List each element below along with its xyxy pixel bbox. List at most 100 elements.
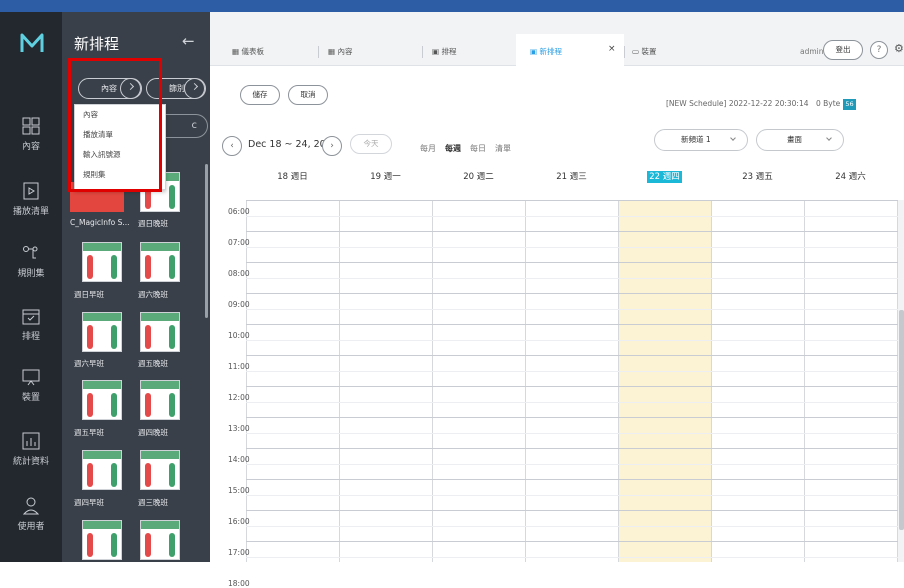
playlist-icon [23, 182, 39, 200]
top-strip [0, 0, 904, 12]
grid-hour-line [246, 355, 898, 356]
next-week-button[interactable]: › [322, 136, 342, 156]
grid-half-hour-line [246, 556, 898, 558]
content-thumbnail[interactable] [82, 242, 122, 282]
content-label: 週四早班 [74, 498, 104, 507]
grid-half-hour-line [246, 432, 898, 434]
grid-scrollbar[interactable] [898, 200, 904, 562]
grid-column-line [339, 200, 340, 562]
tab-bar: ▦ 儀表板 ▦ 內容 ▣ 排程 ▣ 新排程 × ▭ 裝置 admin 登出 ? … [210, 12, 904, 66]
rail-label: 使用者 [17, 522, 45, 532]
screen-value: 畫面 [787, 135, 802, 144]
grid-half-hour-line [246, 401, 898, 403]
content-thumbnail[interactable] [82, 450, 122, 490]
day-header: 19 週一 [370, 172, 401, 182]
content-label: C_MagicInfo S... [70, 218, 130, 227]
grid-column-line [432, 200, 433, 562]
grid-hour-line [246, 231, 898, 232]
content-thumbnail[interactable] [140, 312, 180, 352]
day-header: 24 週六 [835, 172, 866, 182]
close-tab-icon[interactable]: × [608, 44, 616, 54]
rail-item-device[interactable]: 裝置 [0, 368, 62, 403]
grid-hour-line [246, 479, 898, 480]
time-label: 09:00 [228, 300, 250, 309]
prev-week-button[interactable]: ‹ [222, 136, 242, 156]
grid-hour-line [246, 293, 898, 294]
rail-item-playlist[interactable]: 播放清單 [0, 182, 62, 217]
help-icon[interactable]: ? [870, 41, 888, 59]
day-header: 23 週五 [742, 172, 773, 182]
grid-half-hour-line [246, 463, 898, 465]
schedule-name: [NEW Schedule] 2022-12-22 20:30:14 [666, 99, 809, 108]
tab-new-schedule[interactable]: ▣ 新排程 [530, 46, 562, 57]
grid-column-line [246, 200, 247, 562]
rail-label: 統計資料 [12, 457, 49, 467]
grid-hour-line [246, 417, 898, 418]
chevron-down-icon [826, 135, 832, 141]
panel-title: 新排程 [74, 35, 120, 53]
save-button[interactable]: 儲存 [240, 85, 280, 105]
view-month[interactable]: 每月 [420, 143, 436, 154]
filter-value: 篩別 [169, 84, 185, 93]
content-label: 週六早班 [74, 359, 104, 368]
content-label: 週六晚班 [138, 290, 168, 299]
content-thumbnail[interactable] [140, 380, 180, 420]
grid-hour-line [246, 510, 898, 511]
logout-button[interactable]: 登出 [823, 40, 863, 60]
calendar-icon [22, 309, 40, 325]
content-thumbnail[interactable] [140, 450, 180, 490]
tab-separator [624, 46, 625, 58]
content-thumbnail[interactable] [82, 520, 122, 560]
today-button[interactable]: 今天 [350, 134, 392, 154]
search-field[interactable]: c [166, 114, 208, 138]
content-thumbnail[interactable] [82, 312, 122, 352]
time-label: 06:00 [228, 207, 250, 216]
week-grid[interactable] [246, 200, 898, 562]
schedule-size: 0 Byte [816, 99, 841, 108]
time-label: 11:00 [228, 362, 250, 371]
rail-label: 內容 [21, 142, 40, 152]
channel-select[interactable]: 新頻道 1 [654, 129, 748, 151]
tab-content[interactable]: ▦ 內容 [328, 46, 352, 57]
chevron-down-icon [184, 78, 205, 99]
ruleset-icon [23, 246, 38, 259]
grid-half-hour-line [246, 525, 898, 527]
channel-value: 新頻道 1 [681, 135, 711, 144]
grid-hour-line [246, 541, 898, 542]
time-label: 15:00 [228, 486, 250, 495]
content-thumbnail[interactable] [140, 520, 180, 560]
time-label: 14:00 [228, 455, 250, 464]
view-week[interactable]: 每週 [445, 143, 461, 154]
tab-device[interactable]: ▭ 裝置 [632, 46, 656, 57]
grid-half-hour-line [246, 308, 898, 310]
screen-select[interactable]: 畫面 [756, 129, 844, 151]
tab-dashboard[interactable]: ▦ 儀表板 [232, 46, 264, 57]
tab-separator [422, 46, 423, 58]
grid-hour-line [246, 324, 898, 325]
rail-item-ruleset[interactable]: 規則集 [0, 244, 62, 279]
rail-item-statistics[interactable]: 統計資料 [0, 432, 62, 467]
back-arrow-icon[interactable]: ← [182, 32, 195, 50]
chevron-down-icon [730, 135, 736, 141]
time-label: 16:00 [228, 517, 250, 526]
view-list[interactable]: 清單 [495, 143, 511, 154]
rail-label: 裝置 [21, 393, 40, 403]
content-label: 週三晚班 [138, 498, 168, 507]
grid-half-hour-line [246, 494, 898, 496]
grid-column-line [618, 200, 619, 562]
user-icon [22, 497, 40, 515]
content-thumbnail[interactable] [140, 242, 180, 282]
content-label: 週日晚班 [138, 219, 168, 228]
panel-scrollbar[interactable] [205, 164, 208, 318]
grid-half-hour-line [246, 339, 898, 341]
cancel-button[interactable]: 取消 [288, 85, 328, 105]
view-day[interactable]: 每日 [470, 143, 486, 154]
rail-item-schedule[interactable]: 排程 [0, 307, 62, 342]
tab-schedule[interactable]: ▣ 排程 [432, 46, 456, 57]
icon-rail: 內容 播放清單 規則集 排程 裝置 統計資料 使用者 [0, 12, 62, 562]
content-thumbnail[interactable] [82, 380, 122, 420]
rail-item-user[interactable]: 使用者 [0, 497, 62, 532]
rail-item-content[interactable]: 內容 [0, 117, 62, 152]
settings-icon[interactable]: ⚙ [894, 42, 904, 55]
day-header: 18 週日 [277, 172, 308, 182]
